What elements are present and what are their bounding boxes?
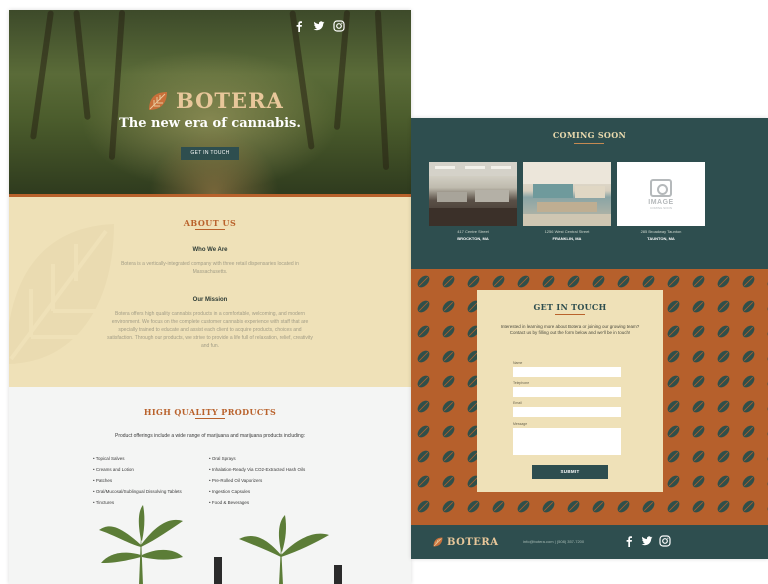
camera-icon xyxy=(650,178,672,197)
products-list-right: • Oral Sprays • Inhalation-Ready Via CO2… xyxy=(209,453,305,508)
mission-text: Botera offers high quality cannabis prod… xyxy=(107,311,313,349)
list-item: • Patches xyxy=(93,478,113,483)
message-label: Message xyxy=(513,422,528,426)
hero-social-links xyxy=(293,20,345,32)
locations-contact-page: COMING SOON 417 Centre Street BROCKTON, … xyxy=(411,118,768,559)
placeholder-label: IMAGE xyxy=(648,198,674,206)
footer-logo[interactable]: BOTERA xyxy=(432,536,498,548)
store-photo xyxy=(523,162,611,226)
twitter-icon[interactable] xyxy=(313,20,325,32)
about-title: ABOUT US xyxy=(183,218,237,228)
botera-leaf-logo-icon xyxy=(149,91,167,110)
hero-brand-name: BOTERA xyxy=(176,88,284,113)
location-city: FRANKLIN, MA xyxy=(552,236,582,241)
instagram-icon[interactable] xyxy=(659,535,671,547)
coming-soon-title: COMING SOON xyxy=(552,130,627,140)
botera-leaf-logo-icon xyxy=(433,537,443,547)
footer-brand-name: BOTERA xyxy=(447,536,499,548)
hero-banner: BOTERA The new era of cannabis. GET IN T… xyxy=(9,10,411,194)
telephone-field[interactable] xyxy=(513,387,621,397)
submit-button[interactable]: SUBMIT xyxy=(532,465,608,479)
location-city: BROCKTON, MA xyxy=(457,236,489,241)
about-title-rule xyxy=(195,229,225,230)
message-field[interactable] xyxy=(513,428,621,455)
list-item: • Oral/Mucosal/Sublingual Dissolving Tab… xyxy=(93,489,182,494)
list-item: • Inhalation-Ready Via CO2-Extracted Has… xyxy=(209,467,306,472)
hero-tagline: The new era of cannabis. xyxy=(119,116,301,131)
location-card-taunton: IMAGE COMING SOON 285 Broadway Taunton T… xyxy=(617,162,705,241)
products-intro: Product offerings include a wide range o… xyxy=(114,433,306,439)
contact-title-rule xyxy=(555,314,585,315)
contact-form-description: Interested in learning more about Botera… xyxy=(500,324,640,335)
who-we-are-text: Botera is a vertically-integrated compan… xyxy=(121,261,299,275)
store-photo xyxy=(429,162,517,226)
forest-path xyxy=(149,130,279,194)
products-section: HIGH QUALITY PRODUCTS Product offerings … xyxy=(9,387,411,584)
facebook-icon[interactable] xyxy=(293,20,305,32)
products-list-left: • Topical Salves • Creams and Lotion • P… xyxy=(93,453,182,508)
contact-form-card: GET IN TOUCH Interested in learning more… xyxy=(477,290,663,492)
products-title-rule xyxy=(195,418,225,419)
products-title: HIGH QUALITY PRODUCTS xyxy=(143,407,277,417)
location-card-franklin: 1256 West Central Street FRANKLIN, MA xyxy=(523,162,611,241)
telephone-label: Telephone xyxy=(513,381,530,385)
coming-soon-rule xyxy=(574,143,604,144)
list-item: • Pre-Rolled Oil Vaporizers xyxy=(209,478,263,483)
instagram-icon[interactable] xyxy=(333,20,345,32)
who-we-are-heading: Who We Are xyxy=(192,247,228,253)
location-card-brockton: 417 Centre Street BROCKTON, MA xyxy=(429,162,517,241)
contact-form-title: GET IN TOUCH xyxy=(533,302,607,312)
location-address: 417 Centre Street xyxy=(457,229,489,234)
leaf-watermark-icon xyxy=(9,224,114,364)
list-item: • Topical Salves xyxy=(93,456,125,461)
mission-heading: Our Mission xyxy=(192,297,228,303)
name-field[interactable] xyxy=(513,367,621,377)
location-address: 285 Broadway Taunton xyxy=(640,229,682,234)
footer: BOTERA info@botera.com | (508) 357-7200 xyxy=(411,525,768,559)
footer-social-links xyxy=(623,535,671,547)
cannabis-plants-image xyxy=(99,505,342,584)
twitter-icon[interactable] xyxy=(641,535,653,547)
coming-soon-section: COMING SOON 417 Centre Street BROCKTON, … xyxy=(411,118,768,269)
placeholder-sublabel: COMING SOON xyxy=(649,205,672,210)
location-city: TAUNTON, MA xyxy=(647,236,675,241)
facebook-icon[interactable] xyxy=(623,535,635,547)
hero-logo: BOTERA xyxy=(146,88,284,113)
landing-page: BOTERA The new era of cannabis. GET IN T… xyxy=(9,10,411,584)
get-in-touch-button[interactable]: GET IN TOUCH xyxy=(181,147,239,160)
location-address: 1256 West Central Street xyxy=(544,229,590,234)
footer-contact-info: info@botera.com | (508) 357-7200 xyxy=(523,539,585,544)
about-section: ABOUT US Who We Are Botera is a vertical… xyxy=(9,197,411,387)
name-label: Name xyxy=(513,361,523,365)
email-label: Email xyxy=(513,401,522,405)
list-item: • Ingestion Capsules xyxy=(209,489,251,494)
list-item: • Oral Sprays xyxy=(209,456,236,461)
image-placeholder: IMAGE COMING SOON xyxy=(617,162,705,226)
get-in-touch-section: GET IN TOUCH Interested in learning more… xyxy=(411,269,768,525)
email-field[interactable] xyxy=(513,407,621,417)
list-item: • Creams and Lotion xyxy=(93,467,134,472)
